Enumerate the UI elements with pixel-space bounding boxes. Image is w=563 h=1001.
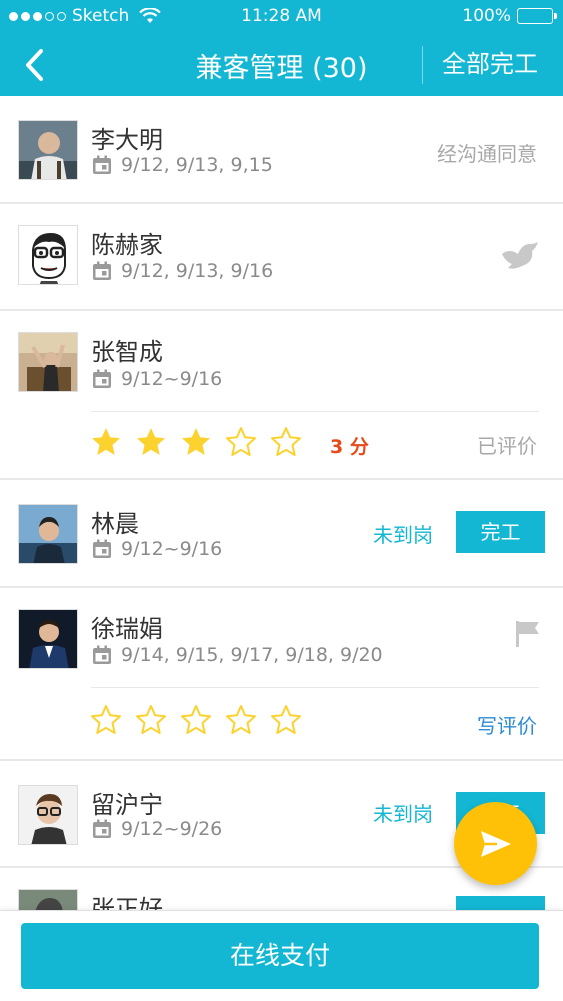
battery-icon xyxy=(517,8,557,24)
worker-name: 林晨 xyxy=(91,510,139,538)
send-fab-button[interactable] xyxy=(454,802,537,885)
worker-list: 李大明 9/12, 9/13, 9,15 经沟通同意 陈赫家 9/12, 9/1… xyxy=(0,96,563,910)
star-rating[interactable] xyxy=(90,704,302,736)
calendar-icon xyxy=(93,819,111,838)
status-right: 100% xyxy=(462,6,557,26)
star-outline-icon[interactable] xyxy=(135,704,167,736)
header: Sketch 11:28 AM 100% 兼客管理 (30) 全部完工 xyxy=(0,0,563,96)
divider xyxy=(91,411,539,412)
star-filled-icon xyxy=(137,428,165,455)
bird-icon xyxy=(502,242,538,269)
work-dates-text: 9/12~9/16 xyxy=(121,368,223,390)
worker-name: 李大明 xyxy=(91,126,163,154)
worker-name: 陈赫家 xyxy=(91,231,163,259)
work-dates: 9/12~9/16 xyxy=(91,368,222,390)
divider xyxy=(91,687,539,688)
work-dates-text: 9/14, 9/15, 9/17, 9/18, 9/20 xyxy=(121,644,383,666)
work-dates-text: 9/12, 9/13, 9/16 xyxy=(121,260,274,282)
status-text: 未到岗 xyxy=(373,523,433,547)
work-dates-text: 9/12~9/16 xyxy=(121,538,223,560)
battery-percent: 100% xyxy=(462,6,511,26)
star-filled-icon xyxy=(182,428,210,455)
star-outline-icon[interactable] xyxy=(180,704,212,736)
calendar-icon xyxy=(93,261,111,280)
star-rating xyxy=(90,426,302,458)
work-dates-text: 9/12, 9/13, 9,15 xyxy=(121,154,273,176)
online-pay-button[interactable]: 在线支付 xyxy=(21,923,539,989)
calendar-icon xyxy=(93,539,111,558)
avatar xyxy=(18,889,78,910)
star-outline-icon[interactable] xyxy=(90,704,122,736)
footer: 在线支付 xyxy=(0,910,563,1001)
avatar xyxy=(18,120,78,180)
status-text: 已评价 xyxy=(477,434,537,458)
work-dates: 9/12~9/16 xyxy=(91,538,222,560)
worker-row[interactable]: 徐瑞娟 9/14, 9/15, 9/17, 9/18, 9/20 写评价 xyxy=(0,588,563,761)
worker-name: 张智成 xyxy=(91,338,163,366)
star-outline-icon[interactable] xyxy=(225,704,257,736)
work-dates-text: 9/12~9/26 xyxy=(121,818,223,840)
status-bar: Sketch 11:28 AM 100% xyxy=(0,0,563,32)
complete-all-button[interactable]: 全部完工 xyxy=(424,46,556,84)
worker-name: 留沪宁 xyxy=(91,791,163,819)
worker-row[interactable]: 张智成 9/12~9/16 3 分 已评价 xyxy=(0,311,563,480)
worker-row[interactable]: 林晨 9/12~9/16 未到岗 完工 xyxy=(0,480,563,588)
calendar-icon xyxy=(93,155,111,174)
write-review-link[interactable]: 写评价 xyxy=(477,710,537,739)
avatar xyxy=(18,332,78,392)
star-outline-icon[interactable] xyxy=(270,704,302,736)
flag-icon xyxy=(516,621,539,647)
complete-button[interactable] xyxy=(456,896,545,910)
avatar xyxy=(18,504,78,564)
work-dates: 9/12, 9/13, 9/16 xyxy=(91,260,273,282)
send-icon xyxy=(480,830,511,857)
status-text: 未到岗 xyxy=(373,802,433,826)
avatar xyxy=(18,225,78,285)
calendar-icon xyxy=(93,369,111,388)
nav-divider xyxy=(422,46,423,84)
complete-button[interactable]: 完工 xyxy=(456,511,545,553)
avatar xyxy=(18,609,78,669)
rating-score: 3 分 xyxy=(330,436,369,458)
avatar xyxy=(18,785,78,845)
worker-row[interactable]: 陈赫家 9/12, 9/13, 9/16 xyxy=(0,204,563,311)
star-filled-icon xyxy=(92,428,120,455)
worker-name: 徐瑞娟 xyxy=(91,615,163,643)
star-outline-icon xyxy=(226,427,256,456)
worker-row[interactable]: 李大明 9/12, 9/13, 9,15 经沟通同意 xyxy=(0,96,563,204)
star-outline-icon xyxy=(271,427,301,456)
worker-name: 张正好 xyxy=(91,895,163,910)
work-dates: 9/12~9/26 xyxy=(91,818,222,840)
status-text: 经沟通同意 xyxy=(437,142,537,166)
work-dates: 9/14, 9/15, 9/17, 9/18, 9/20 xyxy=(91,644,383,666)
calendar-icon xyxy=(93,645,111,664)
work-dates: 9/12, 9/13, 9,15 xyxy=(91,154,273,176)
